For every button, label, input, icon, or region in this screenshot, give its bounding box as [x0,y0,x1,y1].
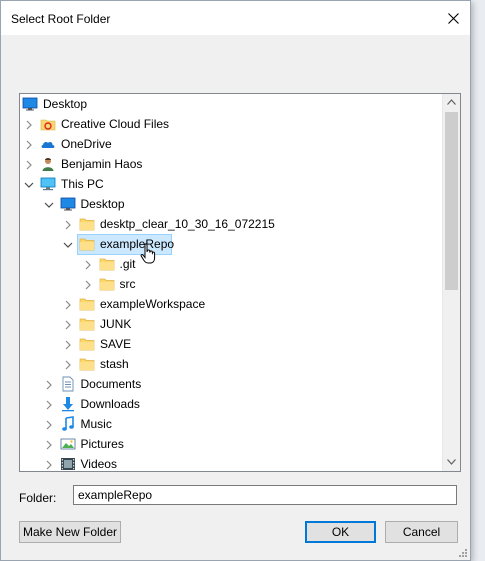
chevron-right-icon[interactable] [63,339,73,350]
chevron-down-icon[interactable] [24,179,34,189]
chevron-right-icon[interactable] [63,319,73,330]
tree-item-label: OneDrive [61,137,112,151]
user-icon [40,156,56,172]
videos-icon [60,456,76,471]
chevron-down-icon[interactable] [63,239,73,249]
tree-item[interactable]: stash [20,354,440,374]
tree-item-label: desktp_clear_10_30_16_072215 [100,217,275,231]
folder-icon [99,276,115,292]
dialog-title: Select Root Folder [11,12,111,26]
folder-icon [79,316,95,332]
tree-item-label: exampleWorkspace [100,297,206,311]
music-icon [60,416,76,432]
tree-item-label: src [119,277,136,291]
onedrive-icon [40,136,56,152]
tree-item[interactable]: Creative Cloud Files [20,114,440,134]
chevron-up-icon [447,99,456,105]
tree-item-label: Pictures [80,437,124,451]
tree-item-label: Documents [80,377,142,391]
make-new-folder-button[interactable]: Make New Folder [19,521,121,543]
tree-item[interactable]: src [20,274,440,294]
downloads-icon [60,396,76,412]
tree-item-label: exampleRepo [100,237,175,251]
chevron-right-icon[interactable] [44,439,54,450]
tree-item[interactable]: This PC [20,174,440,194]
folder-icon [79,236,95,252]
chevron-right-icon[interactable] [44,399,54,410]
ok-button[interactable]: OK [305,521,376,543]
tree-item-label: Benjamin Haos [61,157,143,171]
chevron-right-icon[interactable] [83,259,93,270]
tree-item[interactable]: Music [20,414,440,434]
tree-item-label: .git [119,257,136,271]
tree-item[interactable]: exampleRepo [20,234,440,255]
tree-item[interactable]: Desktop [20,194,440,214]
chevron-down-icon[interactable] [44,199,54,209]
cancel-button[interactable]: Cancel [385,521,458,543]
folder-icon [99,256,115,272]
pictures-icon [60,436,76,452]
desktop-icon [60,196,76,212]
tree-item[interactable]: Videos [20,454,440,471]
select-root-folder-dialog: Select Root Folder Desktop Creative Cloud… [0,0,471,561]
chevron-right-icon[interactable] [44,379,54,390]
scroll-down-button[interactable] [443,454,460,471]
chevron-right-icon[interactable] [44,419,54,430]
resize-grip-icon[interactable] [458,548,468,558]
tree-scrollbar[interactable] [442,94,460,471]
creative-cloud-icon [40,116,56,132]
chevron-right-icon[interactable] [63,219,73,230]
chevron-right-icon[interactable] [63,299,73,310]
tree-item-label: stash [100,357,129,371]
tree-item[interactable]: .git [20,254,440,274]
tree-item-label: Creative Cloud Files [61,117,170,131]
title-bar: Select Root Folder [1,1,470,35]
tree-item[interactable]: OneDrive [20,134,440,154]
tree-item-label: SAVE [100,337,132,351]
folder-input[interactable] [73,485,457,505]
chevron-right-icon[interactable] [24,119,34,130]
chevron-right-icon[interactable] [24,159,34,170]
tree-item-label: Downloads [80,397,140,411]
tree-item[interactable]: desktp_clear_10_30_16_072215 [20,214,440,234]
folder-icon [79,296,95,312]
hand-cursor-icon [140,243,156,264]
tree-item[interactable]: exampleWorkspace [20,294,440,314]
chevron-right-icon[interactable] [83,279,93,290]
this-pc-icon [40,176,56,192]
chevron-right-icon[interactable] [24,139,34,150]
scroll-up-button[interactable] [443,94,460,111]
documents-icon [60,376,76,392]
tree-item-label: Desktop [80,197,125,211]
folder-icon [79,216,95,232]
scroll-thumb[interactable] [445,112,458,290]
chevron-right-icon[interactable] [44,459,54,470]
tree-item[interactable]: Documents [20,374,440,394]
tree-item[interactable]: Desktop [20,94,440,114]
close-icon [448,13,459,24]
folder-icon [79,336,95,352]
tree-item-label: Desktop [43,97,88,111]
tree-item[interactable]: Downloads [20,394,440,414]
tree-item-label: Music [80,417,112,431]
tree-item[interactable]: Pictures [20,434,440,454]
tree-item-label: This PC [61,177,104,191]
tree-item-label: JUNK [100,317,132,331]
desktop-icon [22,96,38,112]
chevron-right-icon[interactable] [63,359,73,370]
folder-label: Folder: [19,491,57,505]
tree-item[interactable]: Benjamin Haos [20,154,440,174]
folder-icon [79,356,95,372]
folder-tree[interactable]: Desktop Creative Cloud Files OneDrive Benja… [19,93,461,472]
tree-item[interactable]: SAVE [20,334,440,354]
tree-item-label: Videos [80,457,117,471]
chevron-down-icon [447,459,456,465]
tree-item[interactable]: JUNK [20,314,440,334]
close-button[interactable] [436,1,470,35]
